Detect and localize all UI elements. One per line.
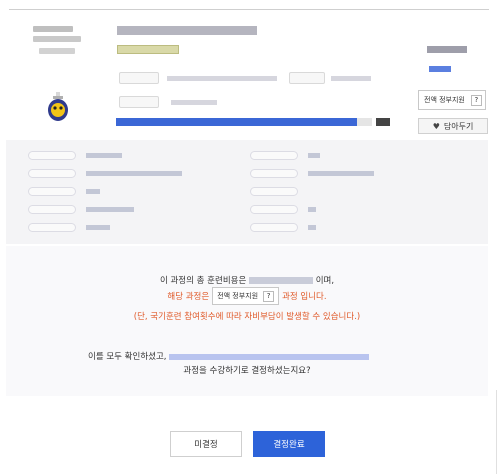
heart-icon: ♥ bbox=[432, 121, 440, 131]
cancel-button[interactable]: 미결정 bbox=[170, 431, 242, 457]
info-value bbox=[308, 153, 320, 158]
info-key bbox=[28, 205, 76, 214]
confirm-line-support: 해당 과정은 전액 정부지원 ? 과정 입니다. bbox=[6, 287, 488, 305]
info-key bbox=[250, 187, 298, 196]
meta-value-3 bbox=[171, 100, 217, 105]
course-tag bbox=[117, 45, 179, 54]
meta-label-2 bbox=[289, 72, 325, 84]
info-key bbox=[250, 151, 298, 160]
course-price-sub bbox=[429, 66, 451, 72]
info-key bbox=[28, 151, 76, 160]
confirm-line-notice: (단, 국기훈련 참여횟수에 따라 자비부담이 발생할 수 있습니다.) bbox=[133, 312, 361, 322]
meta-value-1 bbox=[167, 76, 277, 81]
mascot-icon bbox=[48, 92, 68, 121]
info-value bbox=[308, 225, 316, 230]
info-key bbox=[250, 169, 298, 178]
course-card: 전액 정부지원 ? ♥ 담아두기 bbox=[9, 10, 489, 135]
question-icon[interactable]: ? bbox=[263, 290, 275, 302]
meta-label-3 bbox=[119, 96, 159, 108]
cost-suffix: 이며, bbox=[315, 276, 335, 286]
info-key bbox=[28, 187, 76, 196]
info-key bbox=[250, 223, 298, 232]
gov-support-badge: 전액 정부지원 ? bbox=[418, 90, 486, 110]
support-prefix: 해당 과정은 bbox=[167, 292, 210, 302]
info-value bbox=[308, 207, 316, 212]
gov-support-inline-badge: 전액 정부지원 ? bbox=[212, 287, 280, 305]
info-value bbox=[86, 153, 122, 158]
confirm-panel: 이 과정의 총 훈련비용은 이며, 해당 과정은 전액 정부지원 ? 과정 입니… bbox=[6, 246, 488, 396]
confirm-line-cost: 이 과정의 총 훈련비용은 이며, bbox=[6, 274, 488, 286]
info-value bbox=[86, 171, 182, 176]
check-course-name bbox=[169, 353, 370, 360]
info-value bbox=[86, 225, 110, 230]
confirm-button[interactable]: 결정완료 bbox=[253, 431, 325, 457]
info-value bbox=[308, 171, 374, 176]
cost-text: 이 과정의 총 훈련비용은 bbox=[159, 276, 247, 286]
course-title[interactable] bbox=[117, 26, 257, 35]
scrollbar-edge bbox=[496, 390, 500, 474]
question-icon[interactable]: ? bbox=[470, 94, 482, 106]
meta-value-2 bbox=[331, 76, 371, 81]
gov-support-label: 전액 정부지원 bbox=[424, 96, 465, 104]
wishlist-button[interactable]: ♥ 담아두기 bbox=[418, 118, 488, 134]
info-value bbox=[86, 189, 100, 194]
cost-amount bbox=[248, 277, 313, 284]
info-key bbox=[250, 205, 298, 214]
meta-label-1 bbox=[119, 72, 159, 84]
confirm-line-check: 이를 모두 확인하셨고, bbox=[88, 350, 370, 362]
course-info-panel bbox=[6, 140, 488, 244]
course-price bbox=[427, 46, 467, 53]
info-key bbox=[28, 223, 76, 232]
info-key bbox=[28, 169, 76, 178]
check-prefix: 이를 모두 확인하셨고, bbox=[88, 352, 167, 362]
course-thumbnail bbox=[33, 20, 83, 60]
info-value bbox=[86, 207, 134, 212]
support-suffix: 과정 입니다. bbox=[282, 292, 327, 302]
wishlist-label: 담아두기 bbox=[443, 121, 474, 131]
progress-bar bbox=[116, 118, 372, 126]
inline-badge-label: 전액 정부지원 bbox=[217, 292, 259, 300]
confirm-line-question: 과정을 수강하기로 결정하셨는지요? bbox=[183, 366, 311, 376]
progress-percent bbox=[376, 118, 390, 126]
progress-fill bbox=[116, 118, 357, 126]
